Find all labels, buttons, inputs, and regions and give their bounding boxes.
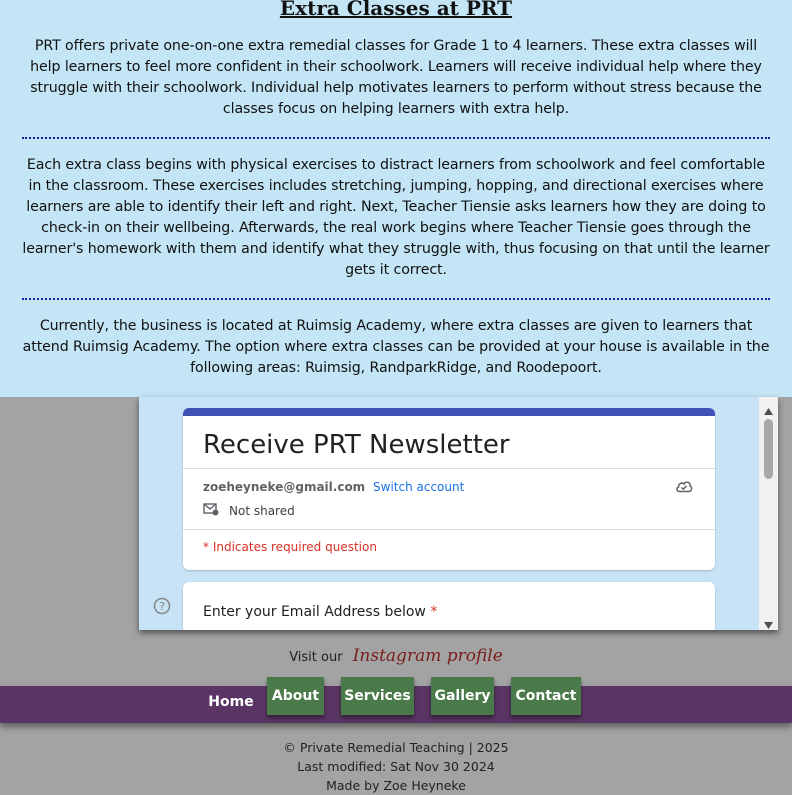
section-heading: Extra Classes at PRT: [279, 0, 513, 20]
account-row: zoeheyneke@gmail.com Switch account: [203, 480, 464, 494]
form-scrollbar[interactable]: [759, 397, 778, 630]
extra-classes-section: Extra Classes at PRT PRT offers private …: [0, 0, 792, 397]
scroll-thumb[interactable]: [764, 419, 773, 479]
scroll-down-arrow-icon[interactable]: [763, 615, 774, 630]
paragraph-location: Currently, the business is located at Ru…: [22, 318, 770, 376]
footer-copyright: © Private Remedial Teaching | 2025: [283, 740, 509, 755]
nav-contact-button[interactable]: Contact: [511, 677, 581, 715]
nav-home[interactable]: Home: [204, 694, 258, 710]
mail-crossed-icon: [203, 503, 219, 519]
help-icon[interactable]: ?: [153, 597, 171, 619]
dotted-divider: [22, 298, 770, 300]
nav-about-button[interactable]: About: [267, 677, 324, 715]
email-question-card: Enter your Email Address below *: [183, 582, 715, 630]
switch-account-link[interactable]: Switch account: [373, 480, 464, 494]
main-nav-bar: Home About Services Gallery Contact: [0, 677, 792, 723]
paragraph-intro: PRT offers private one-on-one extra reme…: [30, 38, 762, 117]
email-question-label: Enter your Email Address below *: [203, 604, 438, 620]
account-email: zoeheyneke@gmail.com: [203, 480, 366, 494]
scroll-up-arrow-icon[interactable]: [763, 401, 774, 420]
nav-gallery-button[interactable]: Gallery: [431, 677, 494, 715]
visit-prefix: Visit our: [289, 650, 343, 665]
dotted-divider: [22, 137, 770, 139]
form-header-card: Receive PRT Newsletter zoeheyneke@gmail.…: [183, 408, 715, 570]
svg-text:?: ?: [159, 600, 165, 613]
page-footer: © Private Remedial Teaching | 2025 Last …: [0, 738, 792, 795]
form-accent-bar: [183, 408, 715, 416]
form-title: Receive PRT Newsletter: [203, 430, 510, 460]
social-link-row: Visit our Instagram profile: [0, 646, 792, 666]
paragraph-class-structure: Each extra class begins with physical ex…: [22, 157, 770, 278]
form-separator: [183, 468, 715, 469]
form-separator: [183, 529, 715, 530]
not-shared-label: Not shared: [229, 504, 295, 518]
cloud-saved-icon: [675, 478, 693, 497]
nav-services-button[interactable]: Services: [341, 677, 414, 715]
footer-last-modified: Last modified: Sat Nov 30 2024: [297, 759, 495, 774]
required-note: * Indicates required question: [203, 540, 377, 554]
newsletter-form-embed[interactable]: Receive PRT Newsletter zoeheyneke@gmail.…: [139, 397, 778, 630]
not-shared-row: Not shared: [203, 503, 295, 519]
required-star: *: [430, 604, 438, 620]
instagram-link[interactable]: Instagram profile: [353, 646, 503, 666]
footer-made-by: Made by Zoe Heyneke: [326, 778, 466, 793]
